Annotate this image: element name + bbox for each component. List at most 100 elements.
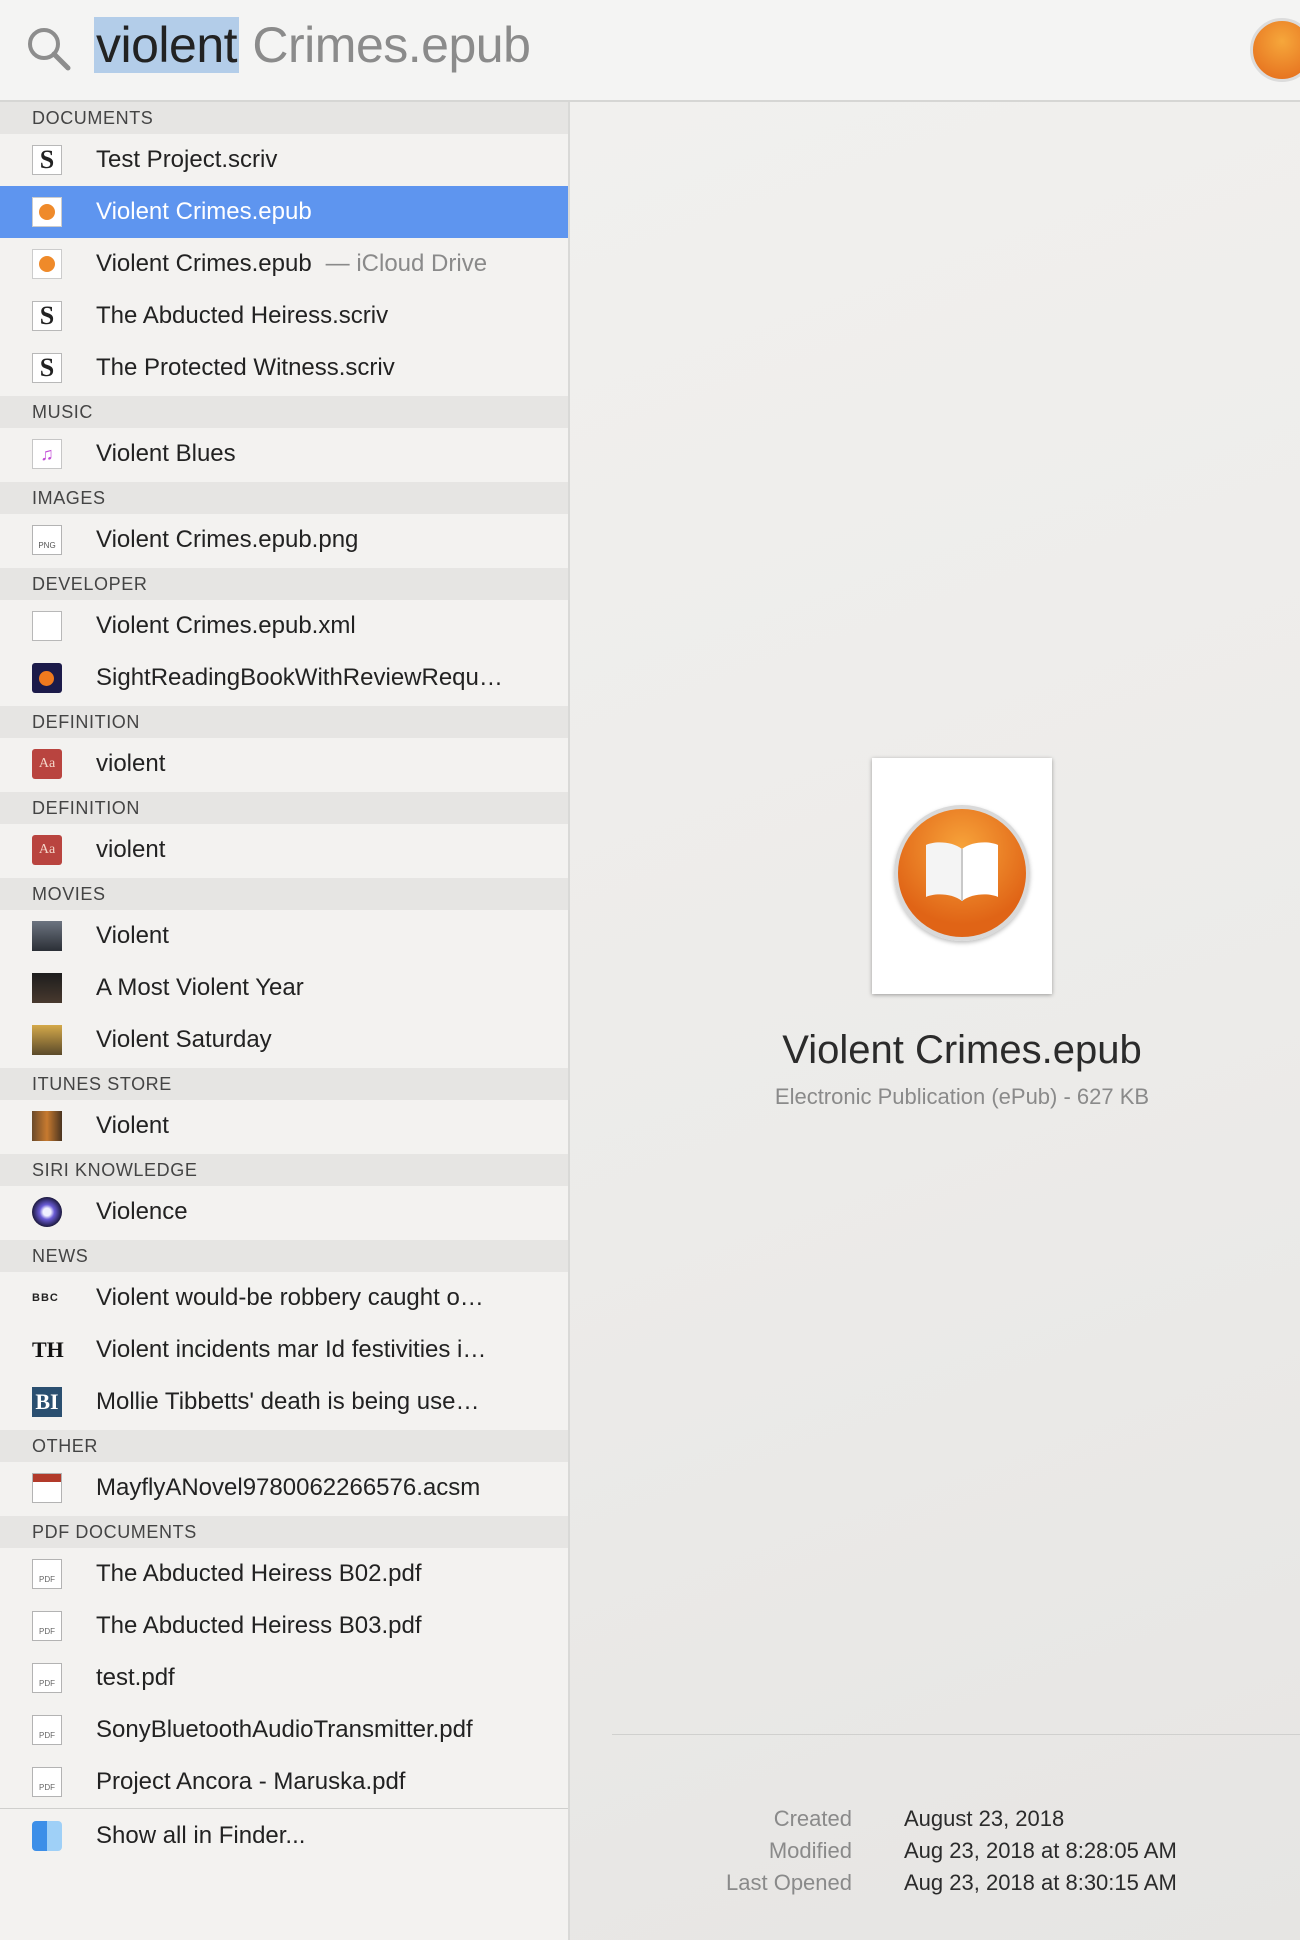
result-item[interactable]: SightReadingBookWithReviewRequ… xyxy=(0,652,568,704)
result-label: Violent Saturday xyxy=(96,1014,272,1066)
result-label: test.pdf xyxy=(96,1652,175,1704)
result-item[interactable]: S The Abducted Heiress.scriv xyxy=(0,290,568,342)
result-title: Violent xyxy=(96,1112,169,1139)
result-title: Violent Crimes.epub xyxy=(96,250,312,277)
result-label: Violent Crimes.epub — iCloud Drive xyxy=(96,238,487,290)
result-item[interactable]: Violent Saturday xyxy=(0,1014,568,1066)
section-header: IMAGES xyxy=(0,482,568,514)
result-item[interactable]: Aa violent xyxy=(0,738,568,790)
result-label: A Most Violent Year xyxy=(96,962,304,1014)
preview-pane: Violent Crimes.epub Electronic Publicati… xyxy=(570,102,1300,1940)
books-icon xyxy=(894,805,1030,941)
result-item[interactable]: TH Violent incidents mar Id festivities i… xyxy=(0,1324,568,1376)
pdf-file-icon: PDF xyxy=(32,1767,62,1797)
scrivener-icon: S xyxy=(32,353,62,383)
section-title: DEVELOPER xyxy=(32,574,148,594)
result-label: violent xyxy=(96,738,165,790)
result-item[interactable]: PDF Project Ancora - Maruska.pdf xyxy=(0,1756,568,1808)
business-insider-logo-icon: BI xyxy=(32,1387,62,1417)
result-location: — iCloud Drive xyxy=(325,250,488,277)
result-item[interactable]: Aa violent xyxy=(0,824,568,876)
result-item[interactable]: ♫ Violent Blues xyxy=(0,428,568,480)
result-title: Mollie Tibbetts' death is being use… xyxy=(96,1388,480,1415)
meta-last-opened: Last Opened Aug 23, 2018 at 8:30:15 AM xyxy=(570,1870,1300,1902)
result-title: Violent Blues xyxy=(96,440,236,467)
result-label: Violent Crimes.epub.png xyxy=(96,514,358,566)
pdf-file-icon: PDF xyxy=(32,1559,62,1589)
section-title: SIRI KNOWLEDGE xyxy=(32,1160,198,1180)
section-header: MOVIES xyxy=(0,878,568,910)
result-item[interactable]: BI Mollie Tibbetts' death is being use… xyxy=(0,1376,568,1428)
preview-file-info: Electronic Publication (ePub) - 627 KB xyxy=(774,1084,1150,1109)
result-label: Violent Blues xyxy=(96,428,236,480)
result-item[interactable]: PDF SonyBluetoothAudioTransmitter.pdf xyxy=(0,1704,568,1756)
result-label: Project Ancora - Maruska.pdf xyxy=(96,1756,405,1808)
result-label: SonyBluetoothAudioTransmitter.pdf xyxy=(96,1704,473,1756)
result-item[interactable]: Violent Crimes.epub xyxy=(0,186,568,238)
album-art-icon xyxy=(32,1111,62,1141)
epub-icon xyxy=(32,249,62,279)
meta-value: August 23, 2018 xyxy=(904,1806,1065,1831)
result-item[interactable]: S Test Project.scriv xyxy=(0,134,568,186)
meta-label: Last Opened xyxy=(726,1870,852,1895)
result-item[interactable]: MayflyANovel9780062266576.acsm xyxy=(0,1462,568,1514)
result-title: The Abducted Heiress B03.pdf xyxy=(96,1612,422,1639)
result-item[interactable]: PDF test.pdf xyxy=(0,1652,568,1704)
result-item[interactable]: PDF The Abducted Heiress B03.pdf xyxy=(0,1600,568,1652)
books-app-icon xyxy=(1250,18,1300,82)
pdf-file-icon: PDF xyxy=(32,1663,62,1693)
section-title: MOVIES xyxy=(32,884,106,904)
result-label: The Abducted Heiress B02.pdf xyxy=(96,1548,422,1600)
spotlight-search-bar: violent Crimes.epub xyxy=(0,0,1300,102)
meta-value: Aug 23, 2018 at 8:28:05 AM xyxy=(904,1838,1177,1863)
result-item[interactable]: PNG Violent Crimes.epub.png xyxy=(0,514,568,566)
result-title: Violent would-be robbery caught o… xyxy=(96,1284,484,1311)
result-item[interactable]: S The Protected Witness.scriv xyxy=(0,342,568,394)
movie-poster-icon xyxy=(32,973,62,1003)
result-item[interactable]: BBC Violent would-be robbery caught o… xyxy=(0,1272,568,1324)
result-item[interactable]: PDF The Abducted Heiress B02.pdf xyxy=(0,1548,568,1600)
result-item[interactable]: Violence xyxy=(0,1186,568,1238)
results-list: DOCUMENTS S Test Project.scriv Violent Crim… xyxy=(0,102,570,1940)
result-title: A Most Violent Year xyxy=(96,974,304,1001)
show-all-in-finder-button[interactable]: Show all in Finder... xyxy=(0,1810,568,1862)
section-title: OTHER xyxy=(32,1436,98,1456)
meta-created: Created August 23, 2018 xyxy=(570,1806,1300,1838)
bbc-logo-icon: BBC xyxy=(32,1292,59,1304)
section-title: DEFINITION xyxy=(32,798,140,818)
result-label: Violent Crimes.epub.xml xyxy=(96,600,356,652)
result-item[interactable]: Violent xyxy=(0,910,568,962)
result-title: MayflyANovel9780062266576.acsm xyxy=(96,1474,481,1501)
result-label: SightReadingBookWithReviewRequ… xyxy=(96,652,503,704)
pdf-file-icon: PDF xyxy=(32,1611,62,1641)
scrivener-icon: S xyxy=(32,145,62,175)
result-label: Violent xyxy=(96,1100,169,1152)
section-title: DEFINITION xyxy=(32,712,140,732)
result-title: The Abducted Heiress.scriv xyxy=(96,302,389,329)
file-thumbnail xyxy=(872,758,1052,994)
result-label: Violent would-be robbery caught o… xyxy=(96,1272,484,1324)
finder-icon xyxy=(32,1821,62,1851)
acsm-file-icon xyxy=(32,1473,62,1503)
result-item[interactable]: Violent Crimes.epub — iCloud Drive xyxy=(0,238,568,290)
result-title: The Protected Witness.scriv xyxy=(96,354,395,381)
search-icon xyxy=(28,28,71,71)
result-title: Violent Crimes.epub.png xyxy=(96,526,359,553)
result-label: The Abducted Heiress.scriv xyxy=(96,290,388,342)
search-input[interactable]: violent Crimes.epub xyxy=(94,14,531,76)
result-item[interactable]: A Most Violent Year xyxy=(0,962,568,1014)
result-title: violent xyxy=(96,836,166,863)
meta-value: Aug 23, 2018 at 8:30:15 AM xyxy=(904,1870,1177,1895)
section-title: NEWS xyxy=(32,1246,89,1266)
section-header: DEVELOPER xyxy=(0,568,568,600)
scrivener-icon: S xyxy=(32,301,62,331)
pdf-file-icon: PDF xyxy=(32,1715,62,1745)
preview-title: Violent Crimes.epub xyxy=(782,1028,1142,1072)
result-title: The Abducted Heiress B02.pdf xyxy=(96,1560,422,1587)
result-label: Violent xyxy=(96,910,169,962)
result-item[interactable]: Violent xyxy=(0,1100,568,1152)
result-title: violent xyxy=(96,750,166,777)
result-label: Violent Crimes.epub xyxy=(96,186,312,238)
section-header: NEWS xyxy=(0,1240,568,1272)
result-item[interactable]: Violent Crimes.epub.xml xyxy=(0,600,568,652)
